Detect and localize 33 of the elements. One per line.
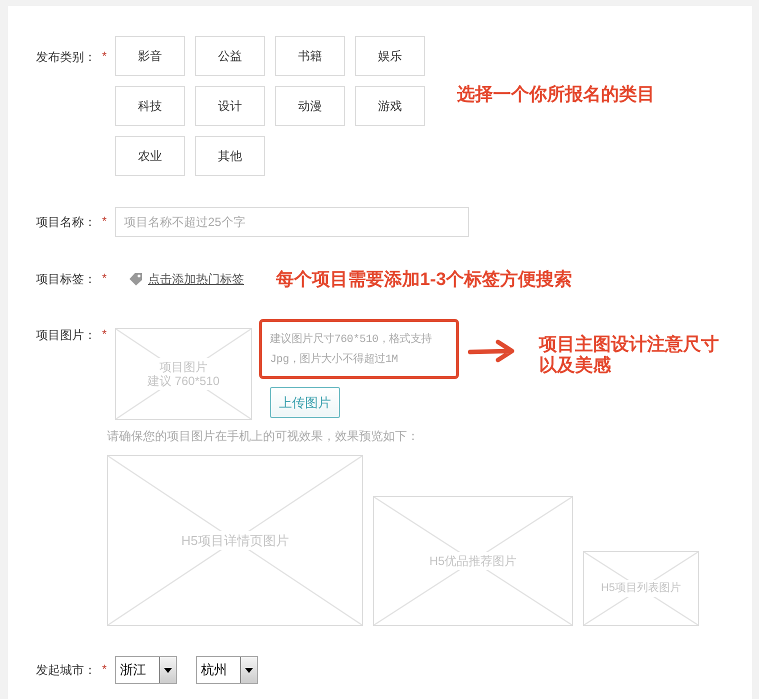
category-button[interactable]: 公益 (195, 36, 265, 76)
category-button[interactable]: 书籍 (275, 36, 345, 76)
hint-text: 建议图片尺寸760*510，格式支持Jpg，图片大小不得超过1M (270, 332, 433, 368)
preview-note: 请确保您的项目图片在手机上的可视效果，效果预览如下： (107, 428, 420, 445)
arrow-icon (468, 339, 516, 363)
field-label: 项目图片： (36, 327, 96, 344)
required-mark: * (102, 662, 107, 678)
field-label: 项目标签： (36, 270, 96, 288)
category-button[interactable]: 游戏 (355, 86, 425, 126)
category-button[interactable]: 农业 (115, 136, 185, 176)
category-button[interactable]: 设计 (195, 86, 265, 126)
required-mark: * (102, 327, 107, 343)
category-button[interactable]: 科技 (115, 86, 185, 126)
dropdown[interactable]: 杭州 (196, 656, 258, 684)
add-tags-link[interactable]: 点击添加热门标签 (148, 270, 244, 288)
required-mark: * (102, 49, 107, 65)
tag-icon (128, 272, 144, 286)
required-mark: * (102, 270, 107, 286)
caret-icon (245, 668, 253, 672)
category-button[interactable]: 动漫 (275, 86, 345, 126)
name-field[interactable]: 项目名称不超过25个字 (115, 207, 469, 237)
required-mark: * (102, 214, 107, 230)
category-button[interactable]: 影音 (115, 36, 185, 76)
category-button[interactable]: 其他 (195, 136, 265, 176)
caret-icon (164, 668, 172, 672)
annotation-text: 每个项目需要添加1-3个标签方便搜索 (276, 268, 572, 291)
annotation-text: 选择一个你所报名的类目 (457, 83, 655, 106)
field-label: 发布类别： (36, 49, 96, 66)
field-label: 项目名称： (36, 214, 96, 230)
dropdown[interactable]: 浙江 (115, 656, 177, 684)
field-label: 发起城市： (36, 662, 96, 678)
annotation-text: 项目主图设计注意尺寸以及美感 (539, 334, 720, 376)
category-button[interactable]: 娱乐 (355, 36, 425, 76)
